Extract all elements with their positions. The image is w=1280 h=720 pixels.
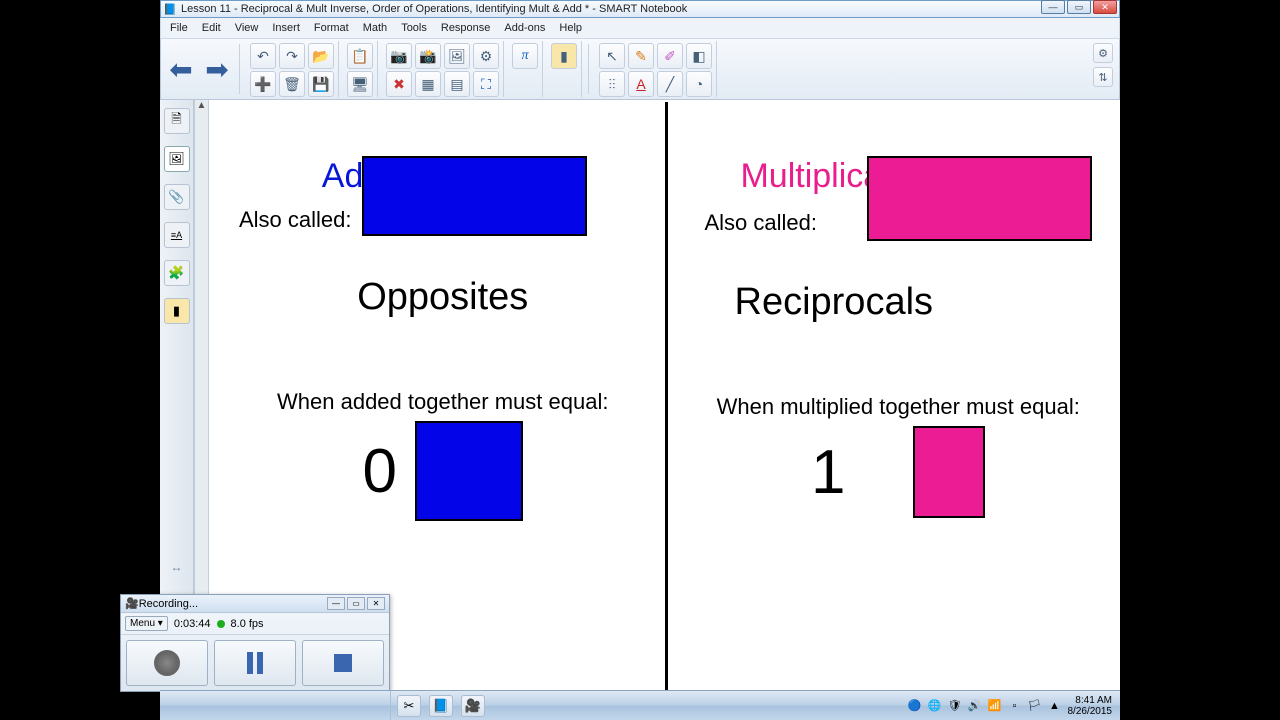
add-page-button[interactable]: ➕ xyxy=(250,71,276,97)
properties-tab[interactable]: ≡A xyxy=(164,222,190,248)
menubar: File Edit View Insert Format Math Tools … xyxy=(160,18,1120,38)
rec-time: 0:03:44 xyxy=(174,618,211,630)
minimize-button[interactable]: — xyxy=(1041,0,1065,14)
cancel-button[interactable]: ✖ xyxy=(386,71,412,97)
response-button[interactable]: ▮ xyxy=(551,43,577,69)
camera-icon: 🎥 xyxy=(125,597,139,610)
recording-widget[interactable]: 🎥 Recording... — ▭ ✕ Menu ▾ 0:03:44 8.0 … xyxy=(120,594,390,692)
table-button[interactable]: ▤ xyxy=(444,71,470,97)
tray-icon-3[interactable]: 🛡 xyxy=(948,699,962,713)
menu-math[interactable]: Math xyxy=(357,20,393,36)
expand-toolbar-icon[interactable]: ⇅ xyxy=(1093,67,1113,87)
delete-button[interactable]: 🗑 xyxy=(279,71,305,97)
window-titlebar: 📘 Lesson 11 - Reciprocal & Mult Inverse,… xyxy=(160,0,1120,18)
attachments-tab[interactable]: 📎 xyxy=(164,184,190,210)
gallery-tab[interactable]: 🖼 xyxy=(164,146,190,172)
rec-menu-dropdown[interactable]: Menu ▾ xyxy=(125,616,168,631)
right-result-cover[interactable] xyxy=(913,426,985,518)
maximize-button[interactable]: ▭ xyxy=(1067,0,1091,14)
menu-tools[interactable]: Tools xyxy=(395,20,433,36)
record-button[interactable] xyxy=(126,640,208,686)
left-also-called-label: Also called: xyxy=(239,207,352,233)
camera-button[interactable]: 📸 xyxy=(415,43,441,69)
tray-board-icon[interactable]: ▫ xyxy=(1008,699,1022,713)
task-snip-icon[interactable]: ✂ xyxy=(397,695,421,717)
doc-camera-button[interactable]: 📷 xyxy=(386,43,412,69)
menu-insert[interactable]: Insert xyxy=(266,20,306,36)
save-button[interactable]: 💾 xyxy=(308,71,334,97)
right-word: Reciprocals xyxy=(735,281,1113,324)
paste-button[interactable]: 📋 xyxy=(347,43,373,69)
response-tab[interactable]: ▮ xyxy=(164,298,190,324)
rec-restore-button[interactable]: ▭ xyxy=(347,597,365,610)
eraser-tool[interactable]: ◧ xyxy=(686,43,712,69)
taskbar: ✂ 📘 🎥 🔵 🌐 🛡 🔊 📶 ▫ 🏳 ▲ 8:41 AM 8/26/2015 xyxy=(160,690,1120,720)
app-icon: 📘 xyxy=(163,2,177,16)
tray-clock[interactable]: 8:41 AM 8/26/2015 xyxy=(1068,695,1115,717)
tray-icon-1[interactable]: 🔵 xyxy=(908,699,922,713)
select-tool[interactable]: ↖ xyxy=(599,43,625,69)
exit-full-button[interactable]: ⛶ xyxy=(473,71,499,97)
task-notebook-icon[interactable]: 📘 xyxy=(429,695,453,717)
addons-tab[interactable]: 🧩 xyxy=(164,260,190,286)
collapse-handle-icon[interactable]: ↔ xyxy=(171,560,183,574)
menu-edit[interactable]: Edit xyxy=(196,20,227,36)
tray-icon-2[interactable]: 🌐 xyxy=(928,699,942,713)
right-column: Multiplicative Inverse Also called: Reci… xyxy=(665,102,1121,690)
menu-view[interactable]: View xyxy=(229,20,265,36)
next-page-button[interactable]: ➡ xyxy=(201,49,233,89)
left-cover-rect[interactable] xyxy=(362,156,587,236)
menu-help[interactable]: Help xyxy=(553,20,588,36)
line-tool[interactable]: ╱ xyxy=(657,71,683,97)
stop-button[interactable] xyxy=(302,640,384,686)
shape-tool[interactable]: ◔ xyxy=(686,71,712,97)
toolbar: ⬅ ➡ ↶ ↷ 📂 ➕ 🗑 💾 📋 🖥 📷 xyxy=(160,38,1120,100)
right-result: 1 xyxy=(811,437,845,508)
insert-image-button[interactable]: 🖼 xyxy=(444,43,470,69)
creative-pen-tool[interactable]: ⫶⫶ xyxy=(599,71,625,97)
math-button[interactable]: π xyxy=(512,43,538,69)
page-sorter-tab[interactable]: 🗎 xyxy=(164,108,190,134)
tray-icon-4[interactable]: 🔊 xyxy=(968,699,982,713)
task-recorder-icon[interactable]: 🎥 xyxy=(461,695,485,717)
left-result: 0 xyxy=(363,436,397,507)
tray-flag-icon[interactable]: 🏳 xyxy=(1028,699,1042,713)
close-button[interactable]: ✕ xyxy=(1093,0,1117,14)
pause-button[interactable] xyxy=(214,640,296,686)
screen-capture-button[interactable]: 🖥 xyxy=(347,71,373,97)
menu-response[interactable]: Response xyxy=(435,20,497,36)
open-button[interactable]: 📂 xyxy=(308,43,334,69)
rec-fps: 8.0 fps xyxy=(231,618,264,630)
menu-format[interactable]: Format xyxy=(308,20,355,36)
recording-title: Recording... xyxy=(139,598,325,610)
window-title: Lesson 11 - Reciprocal & Mult Inverse, O… xyxy=(181,3,1117,15)
menu-addons[interactable]: Add-ons xyxy=(498,20,551,36)
pen-tool[interactable]: ✎ xyxy=(628,43,654,69)
tray-chevron-icon[interactable]: ▲ xyxy=(1048,699,1062,713)
gear-button[interactable]: ⚙ xyxy=(473,43,499,69)
rec-status-icon xyxy=(217,620,225,628)
text-tool[interactable]: A xyxy=(628,71,654,97)
system-tray: 🔵 🌐 🛡 🔊 📶 ▫ 🏳 ▲ 8:41 AM 8/26/2015 xyxy=(902,695,1121,717)
left-result-cover[interactable] xyxy=(415,421,523,521)
rec-minimize-button[interactable]: — xyxy=(327,597,345,610)
menu-file[interactable]: File xyxy=(164,20,194,36)
undo-button[interactable]: ↶ xyxy=(250,43,276,69)
highlighter-tool[interactable]: ✐ xyxy=(657,43,683,69)
left-rule: When added together must equal: xyxy=(229,389,657,415)
left-word: Opposites xyxy=(229,276,657,319)
settings-icon[interactable]: ⚙ xyxy=(1093,43,1113,63)
right-also-called-label: Also called: xyxy=(705,210,818,236)
redo-button[interactable]: ↷ xyxy=(279,43,305,69)
tray-icon-5[interactable]: 📶 xyxy=(988,699,1002,713)
prev-page-button[interactable]: ⬅ xyxy=(165,49,197,89)
screen-shade-button[interactable]: ▦ xyxy=(415,71,441,97)
right-cover-rect[interactable] xyxy=(867,156,1092,241)
rec-close-button[interactable]: ✕ xyxy=(367,597,385,610)
right-rule: When multiplied together must equal: xyxy=(685,394,1113,420)
